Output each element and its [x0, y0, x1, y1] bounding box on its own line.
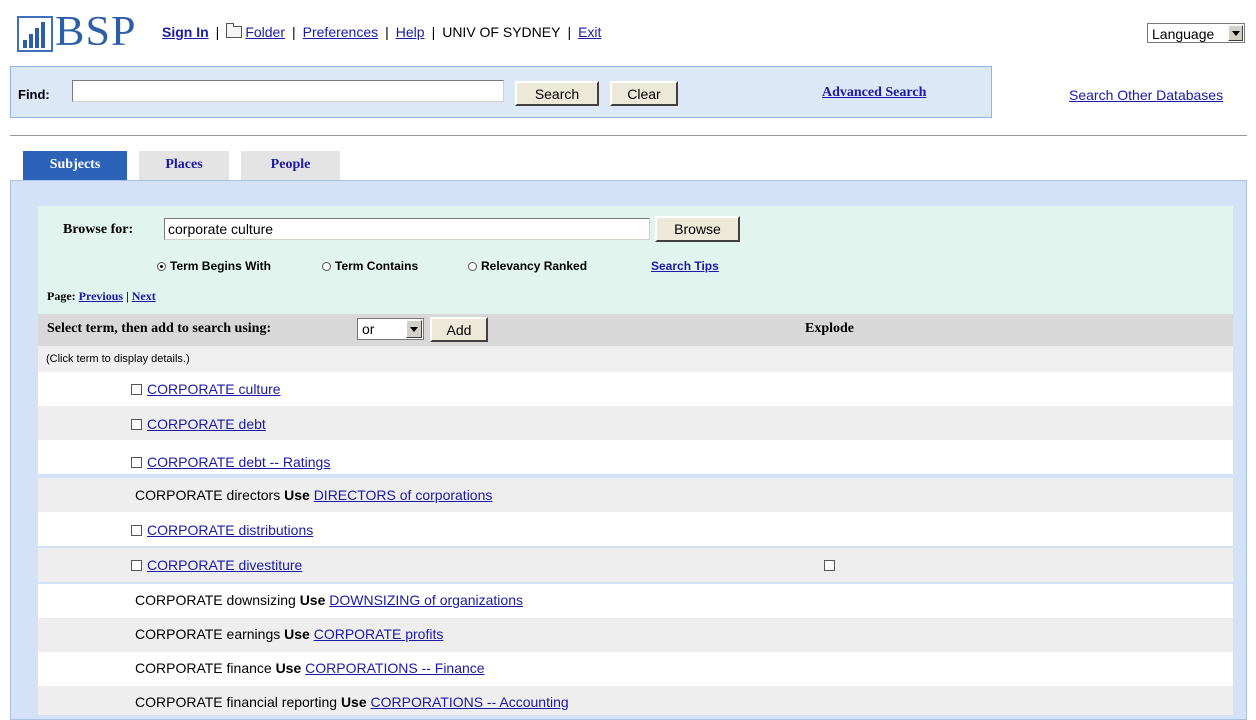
tab-subjects[interactable]: Subjects	[23, 151, 127, 180]
use-label: Use	[299, 592, 326, 608]
term-text: CORPORATE finance	[135, 660, 272, 676]
bsp-logo: BSP	[17, 11, 136, 53]
advanced-search-link[interactable]: Advanced Search	[822, 85, 926, 101]
chevron-down-icon[interactable]	[406, 320, 422, 338]
folder-icon	[226, 23, 243, 38]
language-select-value: Language	[1152, 26, 1215, 42]
exit-link[interactable]: Exit	[578, 24, 601, 40]
preferences-link[interactable]: Preferences	[303, 24, 378, 40]
term-link[interactable]: CORPORATE debt -- Ratings	[147, 454, 330, 470]
explode-checkbox[interactable]	[824, 560, 835, 571]
language-select[interactable]: Language	[1147, 23, 1245, 43]
use-reference-item: CORPORATE earnings Use CORPORATE profits	[135, 626, 443, 642]
use-reference-item: CORPORATE downsizing Use DOWNSIZING of o…	[135, 592, 523, 608]
term-item: CORPORATE distributions	[131, 522, 313, 538]
term-item: CORPORATE debt -- Ratings	[131, 454, 330, 470]
find-input[interactable]	[72, 80, 504, 102]
add-button[interactable]: Add	[430, 317, 488, 342]
use-reference-link[interactable]: DOWNSIZING of organizations	[329, 592, 523, 608]
chevron-down-icon[interactable]	[1228, 25, 1243, 41]
find-label: Find:	[18, 87, 50, 102]
search-button[interactable]: Search	[515, 81, 599, 106]
term-checkbox[interactable]	[131, 384, 142, 395]
logo-text: BSP	[55, 9, 137, 55]
radio-label: Term Contains	[335, 259, 419, 273]
radio-relevancy-ranked[interactable]: Relevancy Ranked	[468, 259, 587, 273]
search-tips-link[interactable]: Search Tips	[651, 259, 719, 273]
nav-separator: |	[567, 24, 572, 40]
use-reference-item: CORPORATE directors Use DIRECTORS of cor…	[135, 487, 492, 503]
tab-people[interactable]: People	[241, 151, 340, 180]
nav-separator: |	[431, 24, 436, 40]
help-link[interactable]: Help	[396, 24, 425, 40]
term-link[interactable]: CORPORATE divestiture	[147, 557, 302, 573]
use-label: Use	[284, 626, 310, 642]
top-navigation: Sign In | Folder | Preferences | Help | UNIV OF …	[162, 23, 601, 40]
radio-label: Term Begins With	[170, 259, 272, 273]
page-label: Page:	[47, 289, 76, 303]
term-checkbox[interactable]	[131, 525, 142, 536]
nav-separator: |	[292, 24, 296, 40]
term-text: CORPORATE downsizing	[135, 592, 296, 608]
page-separator: |	[126, 289, 129, 303]
next-page-link[interactable]: Next	[132, 289, 156, 303]
browse-label: Browse for:	[63, 222, 134, 237]
radio-icon[interactable]	[322, 261, 331, 271]
term-link[interactable]: CORPORATE distributions	[147, 522, 313, 538]
search-other-databases-link[interactable]: Search Other Databases	[1069, 87, 1223, 103]
use-reference-link[interactable]: CORPORATE profits	[314, 626, 444, 642]
use-reference-item: CORPORATE finance Use CORPORATIONS -- Fi…	[135, 660, 485, 676]
previous-page-link[interactable]: Previous	[79, 289, 123, 303]
nav-separator: |	[215, 24, 220, 40]
term-text: CORPORATE financial reporting	[135, 694, 338, 710]
term-link[interactable]: CORPORATE culture	[147, 381, 281, 397]
term-item: CORPORATE culture	[131, 381, 281, 397]
term-link[interactable]: CORPORATE debt	[147, 416, 266, 432]
pagination: Page: Previous | Next	[47, 289, 156, 304]
radio-icon[interactable]	[468, 261, 477, 271]
divider	[10, 135, 1247, 136]
use-reference-link[interactable]: CORPORATIONS -- Finance	[305, 660, 484, 676]
radio-term-begins-with[interactable]: Term Begins With	[157, 259, 271, 273]
term-checkbox[interactable]	[131, 457, 142, 468]
term-checkbox[interactable]	[131, 419, 142, 430]
use-label: Use	[340, 694, 367, 710]
folder-link[interactable]: Folder	[226, 23, 285, 40]
radio-selected-icon[interactable]	[157, 261, 166, 271]
tab-places[interactable]: Places	[139, 151, 229, 180]
folder-label: Folder	[245, 24, 285, 40]
institution-name: UNIV OF SYDNEY	[442, 24, 561, 40]
term-text: CORPORATE earnings	[135, 626, 281, 642]
bar-chart-logo-icon	[17, 16, 53, 52]
term-text: CORPORATE directors	[135, 487, 281, 503]
radio-term-contains[interactable]: Term Contains	[322, 259, 418, 273]
use-reference-link[interactable]: CORPORATIONS -- Accounting	[371, 694, 569, 710]
clear-button[interactable]: Clear	[610, 81, 678, 106]
browse-button[interactable]: Browse	[655, 216, 740, 242]
note-row	[38, 346, 1233, 372]
select-term-label: Select term, then add to search using:	[47, 321, 272, 336]
use-label: Use	[275, 660, 302, 676]
use-reference-link[interactable]: DIRECTORS of corporations	[314, 487, 493, 503]
click-term-note: (Click term to display details.)	[46, 353, 190, 365]
use-label: Use	[284, 487, 310, 503]
term-item: CORPORATE debt	[131, 416, 266, 432]
radio-label: Relevancy Ranked	[481, 259, 588, 273]
browse-input[interactable]	[164, 218, 650, 240]
term-checkbox[interactable]	[131, 560, 142, 571]
operator-select-value: or	[362, 321, 375, 337]
operator-select[interactable]: or	[357, 318, 424, 340]
term-item: CORPORATE divestiture	[131, 557, 302, 573]
nav-separator: |	[385, 24, 389, 40]
use-reference-item: CORPORATE financial reporting Use CORPOR…	[135, 694, 569, 710]
sign-in-link[interactable]: Sign In	[162, 24, 209, 40]
explode-column-header: Explode	[805, 321, 855, 336]
